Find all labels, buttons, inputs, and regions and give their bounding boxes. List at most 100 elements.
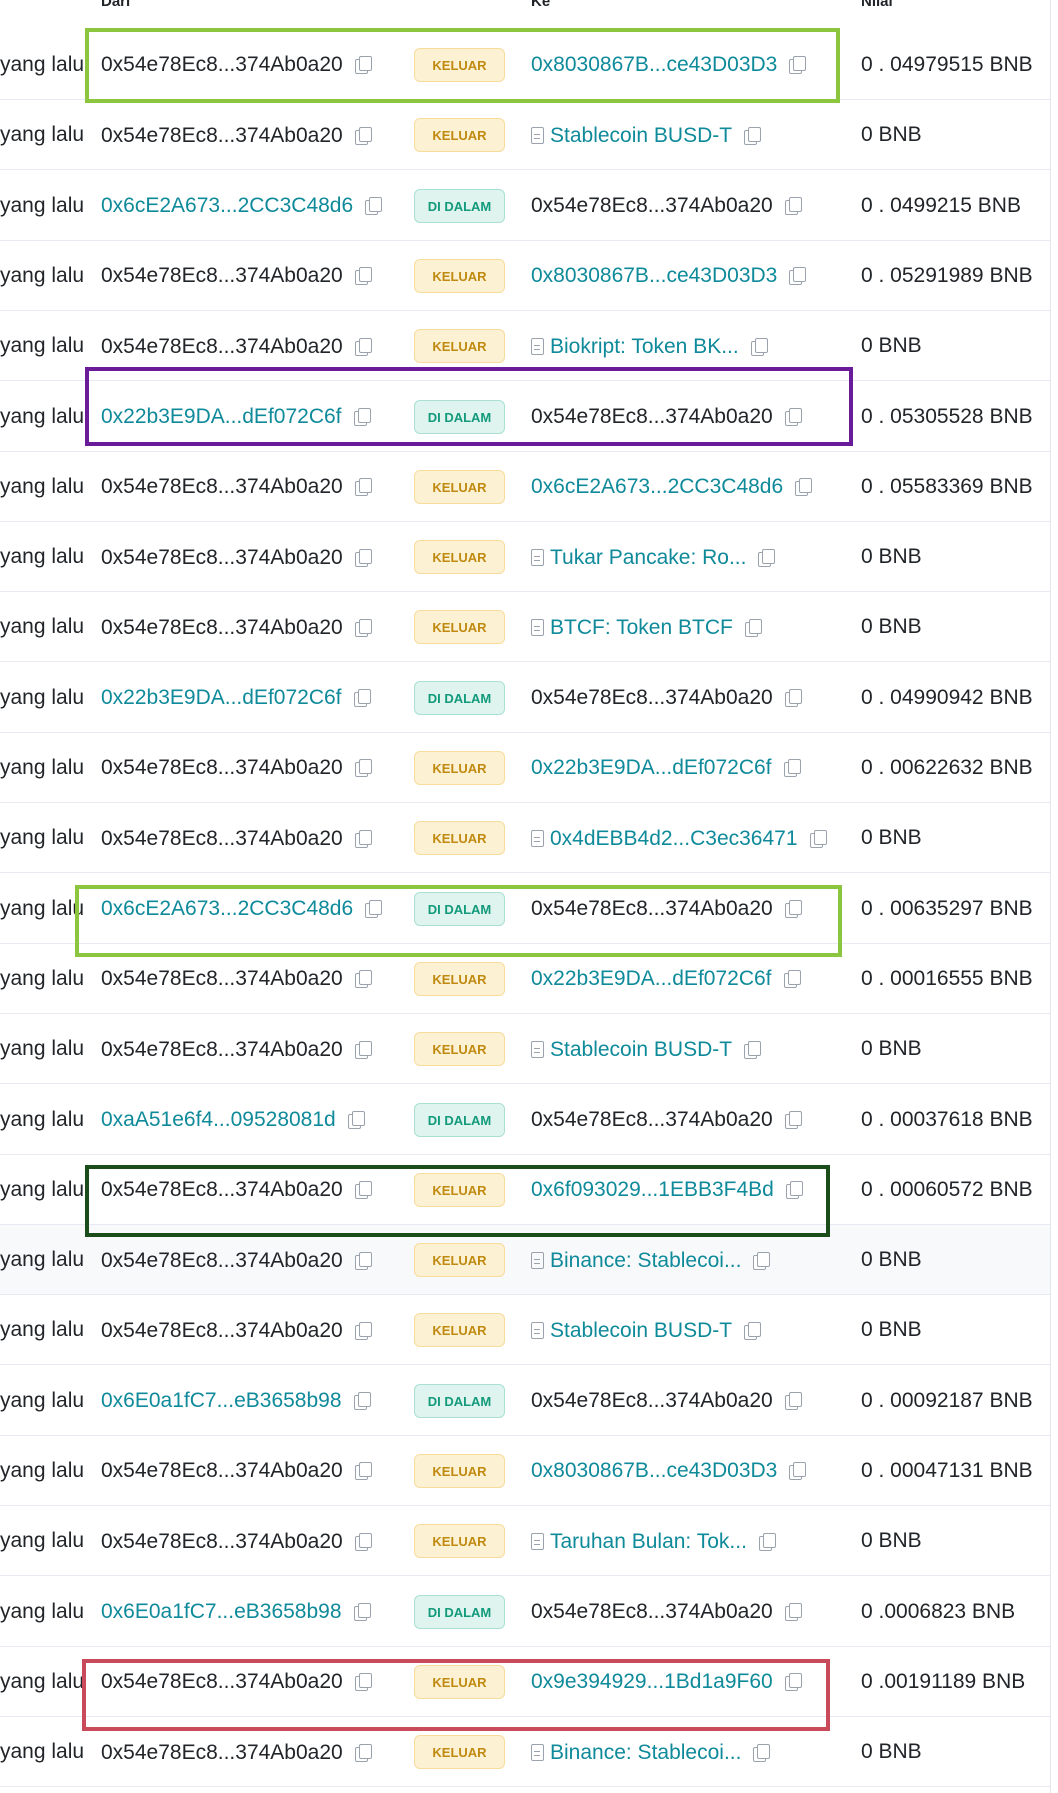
copy-icon[interactable] (354, 548, 372, 567)
from-cell: 0x54e78Ec8...374Ab0a20 (101, 803, 372, 873)
copy-icon[interactable] (353, 1603, 371, 1622)
copy-icon[interactable] (784, 1603, 802, 1622)
to-address[interactable]: 0x8030867B...ce43D03D3 (531, 1459, 777, 1483)
from-cell: 0x54e78Ec8...374Ab0a20 (101, 1014, 372, 1084)
copy-icon[interactable] (789, 1462, 807, 1481)
direction-label: KELUAR (414, 821, 505, 856)
to-address[interactable]: BTCF: Token BTCF (550, 616, 733, 640)
to-address[interactable]: Stablecoin BUSD-T (550, 124, 732, 148)
copy-icon[interactable] (354, 759, 372, 778)
copy-icon[interactable] (354, 337, 372, 356)
copy-icon[interactable] (783, 759, 801, 778)
copy-icon[interactable] (744, 618, 762, 637)
copy-icon[interactable] (784, 407, 802, 426)
to-cell: Stablecoin BUSD-T (531, 1014, 762, 1084)
copy-icon[interactable] (783, 970, 801, 989)
copy-icon[interactable] (784, 1673, 802, 1692)
copy-icon[interactable] (354, 267, 372, 286)
copy-icon[interactable] (354, 1532, 372, 1551)
to-address[interactable]: 0x6cE2A673...2CC3C48d6 (531, 475, 783, 499)
copy-icon[interactable] (353, 407, 371, 426)
table-row: yang lalu 0x54e78Ec8...374Ab0a20 KELUAR Bin… (0, 1717, 1050, 1788)
to-address[interactable]: 0x8030867B...ce43D03D3 (531, 264, 777, 288)
to-address[interactable]: Binance: Stablecoi... (550, 1741, 741, 1765)
copy-icon[interactable] (354, 1462, 372, 1481)
copy-icon[interactable] (785, 1181, 803, 1200)
from-address[interactable]: 0x22b3E9DA...dEf072C6f (101, 405, 342, 429)
copy-icon[interactable] (354, 618, 372, 637)
to-cell: 0x22b3E9DA...dEf072C6f (531, 733, 801, 803)
to-address[interactable]: Stablecoin BUSD-T (550, 1319, 732, 1343)
direction-badge: KELUAR (413, 1225, 506, 1295)
copy-icon[interactable] (789, 56, 807, 75)
to-address[interactable]: 0x22b3E9DA...dEf072C6f (531, 967, 772, 991)
to-address[interactable]: Binance: Stablecoi... (550, 1249, 741, 1273)
from-address[interactable]: 0x6cE2A673...2CC3C48d6 (101, 897, 353, 921)
copy-icon[interactable] (354, 1743, 372, 1762)
from-address[interactable]: 0x6E0a1fC7...eB3658b98 (101, 1389, 342, 1413)
to-cell: 0x22b3E9DA...dEf072C6f (531, 944, 801, 1014)
to-address[interactable]: 0x4dEBB4d2...C3ec36471 (550, 827, 798, 851)
from-cell: 0x6E0a1fC7...eB3658b98 (101, 1577, 371, 1647)
value-cell: 0 . 00047131 BNB (861, 1459, 1033, 1482)
value-cell: 0 . 00092187 BNB (861, 1388, 1033, 1412)
copy-icon[interactable] (795, 478, 813, 497)
copy-icon[interactable] (354, 1321, 372, 1340)
from-address[interactable]: 0x22b3E9DA...dEf072C6f (101, 686, 342, 710)
table-row: yang lalu 0x54e78Ec8...374Ab0a20 KELUAR 0x2… (0, 944, 1050, 1014)
copy-icon[interactable] (347, 1110, 365, 1129)
copy-icon[interactable] (365, 197, 383, 216)
copy-icon[interactable] (809, 829, 827, 848)
from-address: 0x54e78Ec8...374Ab0a20 (101, 1740, 343, 1764)
copy-icon[interactable] (758, 548, 776, 567)
direction-badge: KELUAR (413, 1717, 506, 1787)
to-address[interactable]: Biokript: Token BK... (550, 335, 739, 359)
from-cell: 0x54e78Ec8...374Ab0a20 (101, 1717, 372, 1787)
to-address[interactable]: Stablecoin BUSD-T (550, 1038, 732, 1062)
to-address[interactable]: 0x6f093029...1EBB3F4Bd (531, 1178, 774, 1202)
copy-icon[interactable] (354, 1040, 372, 1059)
to-address[interactable]: 0x9e394929...1Bd1a9F60 (531, 1670, 773, 1694)
from-address[interactable]: 0x6cE2A673...2CC3C48d6 (101, 194, 353, 218)
from-address: 0x54e78Ec8...374Ab0a20 (101, 334, 343, 358)
to-address[interactable]: Taruhan Bulan: Tok... (550, 1530, 747, 1554)
to-cell: 0x4dEBB4d2...C3ec36471 (531, 803, 827, 873)
age-cell: yang lalu (0, 263, 85, 287)
copy-icon[interactable] (753, 1743, 771, 1762)
value-cell: 0 . 00622632 BNB (861, 756, 1033, 779)
to-cell: 0x54e78Ec8...374Ab0a20 (531, 382, 802, 452)
to-address[interactable]: 0x22b3E9DA...dEf072C6f (531, 756, 772, 780)
age-cell: yang lalu (0, 334, 85, 358)
copy-icon[interactable] (353, 1392, 371, 1411)
copy-icon[interactable] (753, 1251, 771, 1270)
value-cell: 0 BNB (861, 123, 922, 147)
copy-icon[interactable] (365, 900, 383, 919)
copy-icon[interactable] (758, 1532, 776, 1551)
from-cell: 0xaA51e6f4...09528081d (101, 1085, 365, 1155)
from-address[interactable]: 0xaA51e6f4...09528081d (101, 1108, 336, 1132)
copy-icon[interactable] (784, 900, 802, 919)
copy-icon[interactable] (744, 1040, 762, 1059)
copy-icon[interactable] (789, 267, 807, 286)
copy-icon[interactable] (784, 689, 802, 708)
copy-icon[interactable] (744, 1321, 762, 1340)
copy-icon[interactable] (353, 689, 371, 708)
from-address: 0x54e78Ec8...374Ab0a20 (101, 545, 343, 569)
direction-badge: DI DALAM (413, 663, 506, 733)
to-address[interactable]: Tukar Pancake: Ro... (550, 546, 746, 570)
copy-icon[interactable] (354, 970, 372, 989)
copy-icon[interactable] (784, 1392, 802, 1411)
from-address[interactable]: 0x6E0a1fC7...eB3658b98 (101, 1600, 342, 1624)
copy-icon[interactable] (354, 829, 372, 848)
copy-icon[interactable] (354, 126, 372, 145)
copy-icon[interactable] (354, 1251, 372, 1270)
copy-icon[interactable] (750, 337, 768, 356)
to-address[interactable]: 0x8030867B...ce43D03D3 (531, 53, 777, 77)
copy-icon[interactable] (784, 197, 802, 216)
copy-icon[interactable] (784, 1110, 802, 1129)
copy-icon[interactable] (354, 1181, 372, 1200)
copy-icon[interactable] (354, 478, 372, 497)
copy-icon[interactable] (354, 56, 372, 75)
copy-icon[interactable] (744, 126, 762, 145)
copy-icon[interactable] (354, 1673, 372, 1692)
